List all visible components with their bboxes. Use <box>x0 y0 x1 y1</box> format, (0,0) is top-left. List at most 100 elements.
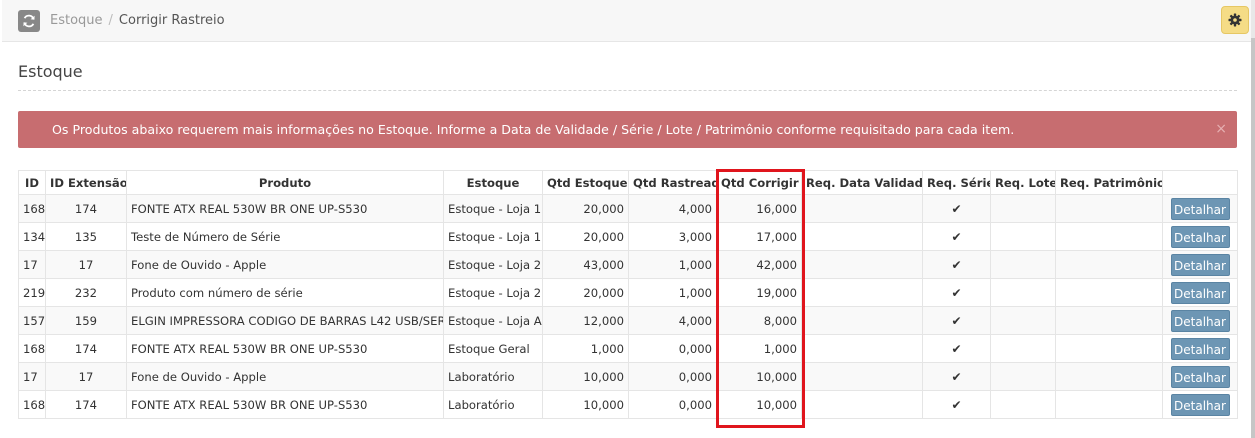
cell-id: 134 <box>18 222 46 251</box>
cell-qtd-rastreada: 4,000 <box>628 306 717 335</box>
cell-id: 168 <box>18 334 46 363</box>
alert-text: Os Produtos abaixo requerem mais informa… <box>52 122 1015 137</box>
check-icon: ✔ <box>951 397 962 412</box>
cell-qtd-estoque: 20,000 <box>542 194 629 223</box>
cell-req-patrimonio <box>1055 194 1163 223</box>
column-header: ID <box>18 170 46 195</box>
cell-req-patrimonio <box>1055 334 1163 363</box>
top-bar: Estoque / Corrigir Rastreio <box>2 0 1251 42</box>
table-header-row: ID ID Extensão Produto Estoque Qtd Estoq… <box>18 170 1238 195</box>
cell-estoque: Laboratório <box>443 362 543 391</box>
detalhar-button[interactable]: Detalhar <box>1170 309 1230 332</box>
cell-actions: Detalhar <box>1162 334 1238 363</box>
detalhar-button[interactable]: Detalhar <box>1170 197 1230 220</box>
cell-id: 17 <box>18 250 46 279</box>
cell-qtd-rastreada: 0,000 <box>628 390 717 419</box>
cell-req-data-validade <box>801 334 923 363</box>
detalhar-button[interactable]: Detalhar <box>1170 337 1230 360</box>
cell-qtd-rastreada: 4,000 <box>628 194 717 223</box>
page-title: Estoque <box>18 62 83 81</box>
alert-message: Os Produtos abaixo requerem mais informa… <box>18 111 1237 148</box>
cell-req-serie: ✔ <box>922 250 991 279</box>
breadcrumb: Estoque / Corrigir Rastreio <box>50 12 225 29</box>
cell-req-patrimonio <box>1055 390 1163 419</box>
cell-req-data-validade <box>801 222 923 251</box>
check-icon: ✔ <box>951 257 962 272</box>
table-row: 134 135 Teste de Número de Série Estoque… <box>18 222 1238 251</box>
cell-actions: Detalhar <box>1162 222 1238 251</box>
cell-qtd-estoque: 20,000 <box>542 222 629 251</box>
scrollbar-thumb[interactable] <box>1251 38 1255 438</box>
cell-req-lote <box>990 278 1056 307</box>
settings-button[interactable] <box>1221 6 1249 34</box>
gear-icon <box>1228 13 1242 27</box>
stock-table: ID ID Extensão Produto Estoque Qtd Estoq… <box>18 170 1238 419</box>
cell-produto: Fone de Ouvido - Apple <box>126 362 444 391</box>
cell-req-serie: ✔ <box>922 306 991 335</box>
cell-qtd-corrigir: 10,000 <box>716 362 802 391</box>
cell-qtd-estoque: 10,000 <box>542 362 629 391</box>
cell-id-extensao: 232 <box>45 278 127 307</box>
detalhar-button[interactable]: Detalhar <box>1170 253 1230 276</box>
cell-req-patrimonio <box>1055 306 1163 335</box>
cell-actions: Detalhar <box>1162 250 1238 279</box>
cell-estoque: Estoque - Loja 1 <box>443 222 543 251</box>
cell-id-extensao: 17 <box>45 362 127 391</box>
cell-qtd-corrigir: 17,000 <box>716 222 802 251</box>
cell-req-lote <box>990 222 1056 251</box>
cell-req-patrimonio <box>1055 250 1163 279</box>
cell-qtd-estoque: 12,000 <box>542 306 629 335</box>
cell-produto: FONTE ATX REAL 530W BR ONE UP-S530 <box>126 194 444 223</box>
cell-req-data-validade <box>801 278 923 307</box>
column-header: Req. Patrimônio <box>1055 170 1163 195</box>
column-header-qtd-corrigir: Qtd Corrigir <box>716 170 802 195</box>
refresh-button[interactable] <box>18 10 40 32</box>
breadcrumb-root[interactable]: Estoque <box>50 13 103 28</box>
cell-req-lote <box>990 194 1056 223</box>
cell-req-data-validade <box>801 390 923 419</box>
table-row: 168 174 FONTE ATX REAL 530W BR ONE UP-S5… <box>18 194 1238 223</box>
cell-produto: Produto com número de série <box>126 278 444 307</box>
cell-req-data-validade <box>801 250 923 279</box>
check-icon: ✔ <box>951 313 962 328</box>
title-divider <box>18 90 1237 91</box>
cell-req-patrimonio <box>1055 222 1163 251</box>
cell-qtd-estoque: 43,000 <box>542 250 629 279</box>
refresh-icon <box>23 14 35 28</box>
cell-estoque: Estoque - Loja 2 <box>443 278 543 307</box>
column-header-actions <box>1162 170 1238 195</box>
cell-id-extensao: 17 <box>45 250 127 279</box>
cell-qtd-corrigir: 42,000 <box>716 250 802 279</box>
cell-qtd-corrigir: 1,000 <box>716 334 802 363</box>
detalhar-button[interactable]: Detalhar <box>1170 225 1230 248</box>
cell-produto: FONTE ATX REAL 530W BR ONE UP-S530 <box>126 390 444 419</box>
column-header: Qtd Estoque <box>542 170 629 195</box>
cell-id: 17 <box>18 362 46 391</box>
cell-req-lote <box>990 250 1056 279</box>
column-header: Req. Lote <box>990 170 1056 195</box>
cell-req-serie: ✔ <box>922 278 991 307</box>
cell-qtd-corrigir: 16,000 <box>716 194 802 223</box>
cell-estoque: Estoque - Loja 1 <box>443 194 543 223</box>
cell-actions: Detalhar <box>1162 362 1238 391</box>
detalhar-button[interactable]: Detalhar <box>1170 365 1230 388</box>
cell-id-extensao: 135 <box>45 222 127 251</box>
cell-qtd-corrigir: 8,000 <box>716 306 802 335</box>
check-icon: ✔ <box>951 341 962 356</box>
cell-qtd-corrigir: 19,000 <box>716 278 802 307</box>
column-header: ID Extensão <box>45 170 127 195</box>
table-row: 168 174 FONTE ATX REAL 530W BR ONE UP-S5… <box>18 334 1238 363</box>
cell-id: 168 <box>18 194 46 223</box>
cell-produto: FONTE ATX REAL 530W BR ONE UP-S530 <box>126 334 444 363</box>
vertical-scrollbar[interactable] <box>1251 0 1255 438</box>
alert-close-button[interactable]: × <box>1215 111 1227 148</box>
detalhar-button[interactable]: Detalhar <box>1170 281 1230 304</box>
cell-id-extensao: 174 <box>45 334 127 363</box>
cell-req-serie: ✔ <box>922 390 991 419</box>
cell-id-extensao: 174 <box>45 390 127 419</box>
cell-qtd-rastreada: 0,000 <box>628 362 717 391</box>
detalhar-button[interactable]: Detalhar <box>1170 393 1230 416</box>
table-row: 168 174 FONTE ATX REAL 530W BR ONE UP-S5… <box>18 390 1238 419</box>
cell-req-data-validade <box>801 306 923 335</box>
column-header: Estoque <box>443 170 543 195</box>
